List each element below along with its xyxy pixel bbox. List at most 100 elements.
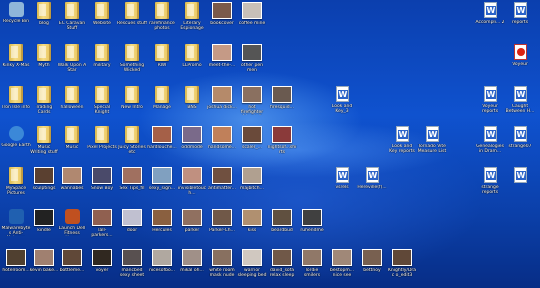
desktop-icon[interactable]: invisibletouch... [178, 167, 206, 199]
desktop-icon[interactable]: door [118, 209, 146, 241]
desktop-icon[interactable]: coffee mine [238, 2, 266, 34]
desktop-icon[interactable]: lordie smilers [298, 249, 326, 281]
desktop-icon[interactable]: antimatter... [208, 167, 236, 199]
desktop-icon[interactable]: bottleme... [58, 249, 86, 281]
desktop-icon[interactable]: kevin bake... [30, 249, 58, 281]
desktop-icon[interactable]: Accompli... 2 [475, 2, 505, 34]
desktop-icon[interactable]: strange07 [506, 126, 534, 158]
desktop-icon-label: nicesofbo... [149, 268, 175, 273]
desktop-icon[interactable]: scaler_... [238, 126, 266, 158]
desktop-icon[interactable]: sculptings [30, 167, 58, 199]
desktop-icon[interactable]: reports [506, 2, 534, 34]
desktop-icon[interactable]: halloween [58, 86, 86, 118]
desktop-icon[interactable]: strange reports [476, 167, 504, 199]
desktop-icon[interactable]: mancbed sexy sheet [118, 249, 146, 281]
desktop-icon[interactable]: rarefinance photos [148, 2, 176, 34]
desktop-icon[interactable]: kiss [238, 209, 266, 241]
desktop-icon[interactable]: ruhendme [298, 209, 326, 241]
image-icon [242, 249, 262, 266]
desktop-icon[interactable]: MySpace Pictures [2, 167, 30, 199]
desktop-icon[interactable]: Kinky X-Mas [2, 44, 30, 76]
desktop-icon[interactable]: parker [178, 209, 206, 241]
image-icon [182, 249, 202, 266]
desktop-icon[interactable]: Voyeur reports [476, 86, 504, 118]
desktop-icon[interactable]: Manage [148, 86, 176, 118]
desktop-icon[interactable]: Pixel Projects [87, 126, 117, 158]
desktop-icon[interactable]: Rescues stuff [117, 2, 147, 34]
desktop-icon[interactable]: BNS [178, 86, 206, 118]
desktop-icon[interactable]: bettnoy [358, 249, 386, 281]
folder-icon [185, 86, 199, 103]
desktop-icon[interactable]: Something Wicked [118, 44, 146, 76]
desktop-icon[interactable]: Google Earth [1, 126, 31, 158]
desktop-icon[interactable]: firesquid... [268, 86, 296, 118]
desktop-icon[interactable]: warrior sleeping bed [238, 249, 266, 281]
desktop-icon[interactable]: Tall-parkers... [88, 209, 116, 241]
desktop-icon[interactable]: Parker-Ch... [208, 209, 236, 241]
desktop-icon[interactable]: hardlouche... [147, 126, 177, 158]
desktop-icon[interactable]: vsrels [328, 167, 356, 199]
desktop-icon[interactable]: New Intro [118, 86, 146, 118]
desktop-icon[interactable]: mikal oh... [178, 249, 206, 281]
desktop-icon[interactable]: voyer [88, 249, 116, 281]
image-icon [212, 209, 232, 226]
desktop-icon[interactable]: white room mask nude [208, 249, 236, 281]
desktop-icon[interactable]: Caught Between H... [506, 86, 534, 118]
desktop-icon[interactable]: military [88, 44, 116, 76]
word-document-icon [513, 86, 527, 102]
desktop-icon[interactable]: Recycle Bin [2, 2, 30, 34]
desktop-icon[interactable]: handsome... [208, 126, 236, 158]
desktop-icon[interactable]: Voyeur [506, 44, 534, 76]
desktop-icon[interactable]: sexy_sign... [148, 167, 176, 199]
desktop-icon[interactable]: david_sofa relax sleep [268, 249, 296, 281]
desktop-icon-label: majbitch... [240, 186, 264, 191]
desktop-icon[interactable]: Music Writing stuff [30, 126, 58, 158]
desktop-icon[interactable]: Juicy Stories etc [118, 126, 146, 158]
desktop-icon-label: Pixel Projects [87, 145, 117, 150]
desktop-icon[interactable]: Music [58, 126, 86, 158]
desktop-icon[interactable]: EC Caravan Stuff [58, 2, 86, 34]
desktop-icon-label: bottleme... [59, 268, 85, 273]
desktop-icon[interactable]: joshua dick... [207, 86, 237, 118]
desktop-icon[interactable]: Snow Boy [88, 167, 116, 199]
desktop-icon[interactable]: Literary Espionage [178, 2, 206, 34]
desktop-icon[interactable]: Genealogies in Dram... [476, 126, 504, 158]
desktop-icon[interactable]: hot firefighter friends# [238, 86, 266, 118]
desktop-icon[interactable]: bookcover [208, 2, 236, 34]
desktop-icon-label: Tall-parkers... [91, 228, 113, 238]
desktop-icon[interactable]: kindle [30, 209, 58, 241]
desktop-icon[interactable]: other pen men [238, 44, 266, 76]
desktop-icon[interactable]: blog [30, 2, 58, 34]
desktop-icon[interactable]: Look and Key_3 [328, 86, 356, 118]
desktop-icon[interactable]: Trading Cards [30, 86, 58, 118]
desktop-icon[interactable]: nicesofbo... [148, 249, 176, 281]
desktop-icon[interactable]: Knightly/Drac o_edit3 [388, 249, 416, 281]
desktop-icon[interactable]: Hercules [148, 209, 176, 241]
desktop-icon[interactable]: hotelroom... [2, 249, 30, 281]
desktop-icon[interactable]: Launch Dell Fitness Home [58, 209, 86, 241]
desktop-icon[interactable] [506, 167, 534, 199]
desktop-icon[interactable]: meet-the-... [208, 44, 236, 76]
desktop-icon[interactable]: Look and Key reports [388, 126, 416, 158]
desktop-icon-label: david_sofa relax sleep [269, 268, 295, 278]
desktop-icon[interactable]: Website [88, 2, 116, 34]
folder-icon [65, 86, 79, 103]
desktop-icon[interactable]: Sex Tips_fil [118, 167, 146, 199]
desktop-icon[interactable]: Iron Isle info [2, 86, 30, 118]
desktop-icon[interactable]: beardbud [268, 209, 296, 241]
desktop-icon[interactable]: Walk Upon A Star [58, 44, 86, 76]
desktop-icon[interactable]: RWI [148, 44, 176, 76]
desktop-icon[interactable]: Tornado Vite Measure List [418, 126, 446, 158]
desktop-icon[interactable]: bestopm... nice see [328, 249, 356, 281]
desktop-icon[interactable]: Myth [30, 44, 58, 76]
desktop-icon[interactable]: Hereville(f)... [357, 167, 387, 199]
desktop-icon[interactable]: nightsof...shirts [268, 126, 296, 158]
desktop-icon[interactable]: wannabes [58, 167, 86, 199]
image-icon [242, 44, 262, 61]
desktop-icon-label: Trading Cards [35, 105, 53, 115]
desktop-icon[interactable]: Malwarebytes Anti-Malware [2, 209, 30, 241]
desktop-icon[interactable]: Special Knight [88, 86, 116, 118]
desktop-icon[interactable]: majbitch... [238, 167, 266, 199]
desktop-icon[interactable]: oddmode [178, 126, 206, 158]
desktop-icon[interactable]: LLPromo [178, 44, 206, 76]
